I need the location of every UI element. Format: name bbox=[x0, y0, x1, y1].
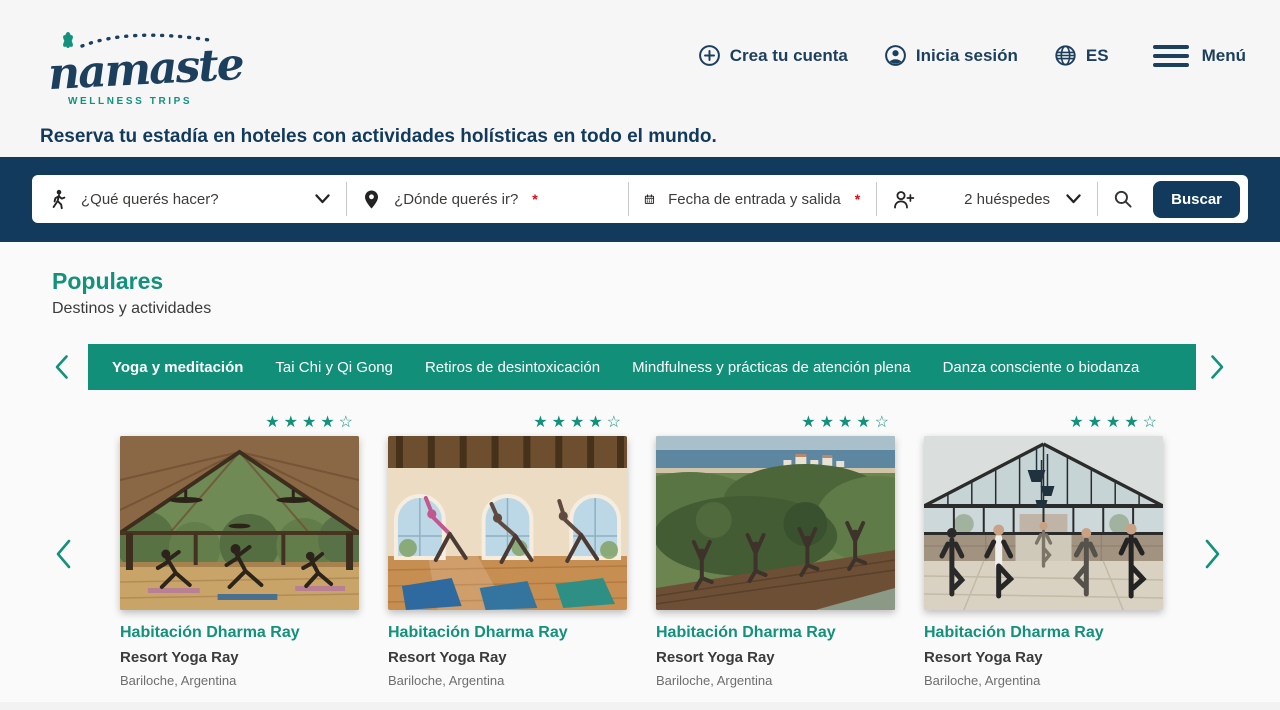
chevron-down-icon bbox=[1066, 194, 1081, 204]
hamburger-icon bbox=[1153, 45, 1189, 67]
carousel-prev-icon[interactable] bbox=[54, 538, 72, 570]
dates-placeholder: Fecha de entrada y salida bbox=[668, 191, 841, 208]
card-title[interactable]: Habitación Dharma Ray bbox=[120, 624, 359, 642]
card-photo-pavilion bbox=[120, 436, 359, 610]
brand-logo[interactable]: namaste WELLNESS TRIPS bbox=[46, 18, 216, 118]
section-title: Populares bbox=[52, 268, 163, 295]
carousel-next-icon[interactable] bbox=[1204, 538, 1222, 570]
card-photo-greenhouse bbox=[924, 436, 1163, 610]
brand-name: namaste bbox=[47, 39, 244, 100]
tab-danza-consciente[interactable]: Danza consciente o biodanza bbox=[927, 359, 1156, 376]
card-photo-deck bbox=[656, 436, 895, 610]
user-circle-icon bbox=[884, 44, 907, 67]
tab-retiros-de-desintoxicacion[interactable]: Retiros de desintoxicación bbox=[409, 359, 616, 376]
search-submit-area: Buscar bbox=[1097, 175, 1248, 223]
activity-select[interactable]: ¿Qué querés hacer? bbox=[32, 175, 346, 223]
destination-placeholder: ¿Dónde querés ir? bbox=[394, 191, 518, 208]
card-resort: Resort Yoga Ray bbox=[388, 649, 627, 666]
top-nav: Crea tu cuenta Inicia sesión ES bbox=[698, 44, 1246, 67]
card-location: Bariloche, Argentina bbox=[656, 673, 895, 688]
tab-yoga-y-meditacion[interactable]: Yoga y meditación bbox=[96, 359, 259, 376]
activity-placeholder: ¿Qué querés hacer? bbox=[81, 191, 219, 208]
calendar-icon bbox=[644, 189, 655, 210]
menu-label: Menú bbox=[1202, 46, 1246, 66]
menu-button[interactable]: Menú bbox=[1153, 45, 1246, 67]
page: namaste WELLNESS TRIPS Crea tu cuenta In… bbox=[0, 0, 1280, 710]
star-rating: ★★★★☆ bbox=[120, 413, 359, 433]
section-divider bbox=[0, 702, 1280, 710]
hero-tagline: Reserva tu estadía en hoteles con activi… bbox=[40, 126, 717, 148]
guests-value: 2 huéspedes bbox=[964, 191, 1050, 208]
tabs-prev-icon[interactable] bbox=[54, 354, 69, 380]
tabs-next-icon[interactable] bbox=[1210, 354, 1225, 380]
card-location: Bariloche, Argentina bbox=[120, 673, 359, 688]
card-carousel: ★★★★☆ bbox=[120, 413, 1163, 688]
card-title[interactable]: Habitación Dharma Ray bbox=[388, 624, 627, 642]
tab-mindfulness[interactable]: Mindfulness y prácticas de atención plen… bbox=[616, 359, 927, 376]
search-bar: ¿Qué querés hacer? ¿Dónde querés ir? * bbox=[32, 175, 1248, 223]
search-button[interactable]: Buscar bbox=[1153, 181, 1240, 218]
search-band: ¿Qué querés hacer? ¿Dónde querés ir? * bbox=[0, 157, 1280, 242]
chevron-down-icon bbox=[315, 194, 330, 204]
header: namaste WELLNESS TRIPS Crea tu cuenta In… bbox=[0, 0, 1280, 157]
card-photo-studio bbox=[388, 436, 627, 610]
category-tabbar: Yoga y meditación Tai Chi y Qi Gong Reti… bbox=[88, 344, 1196, 390]
create-account-button[interactable]: Crea tu cuenta bbox=[698, 44, 848, 67]
hotel-card[interactable]: ★★★★☆ bbox=[924, 413, 1163, 688]
card-resort: Resort Yoga Ray bbox=[924, 649, 1163, 666]
hotel-card[interactable]: ★★★★☆ bbox=[388, 413, 627, 688]
required-asterisk: * bbox=[532, 191, 537, 207]
section-subtitle: Destinos y actividades bbox=[52, 300, 211, 318]
location-pin-icon bbox=[362, 189, 381, 210]
popular-section: Populares Destinos y actividades Yoga y … bbox=[0, 242, 1280, 702]
plus-circle-icon bbox=[698, 44, 721, 67]
person-plus-icon bbox=[892, 189, 915, 210]
card-title[interactable]: Habitación Dharma Ray bbox=[924, 624, 1163, 642]
hotel-card[interactable]: ★★★★☆ bbox=[656, 413, 895, 688]
card-resort: Resort Yoga Ray bbox=[656, 649, 895, 666]
card-location: Bariloche, Argentina bbox=[388, 673, 627, 688]
star-rating: ★★★★☆ bbox=[388, 413, 627, 433]
globe-icon bbox=[1054, 44, 1077, 67]
brand-subtitle: WELLNESS TRIPS bbox=[68, 96, 192, 107]
login-label: Inicia sesión bbox=[916, 46, 1018, 66]
star-rating: ★★★★☆ bbox=[924, 413, 1163, 433]
star-rating: ★★★★☆ bbox=[656, 413, 895, 433]
search-icon bbox=[1113, 189, 1133, 209]
card-title[interactable]: Habitación Dharma Ray bbox=[656, 624, 895, 642]
guests-select[interactable]: 2 huéspedes bbox=[876, 175, 1097, 223]
card-resort: Resort Yoga Ray bbox=[120, 649, 359, 666]
dates-field[interactable]: Fecha de entrada y salida * bbox=[628, 175, 876, 223]
required-asterisk: * bbox=[855, 191, 860, 207]
destination-field[interactable]: ¿Dónde querés ir? * bbox=[346, 175, 628, 223]
hotel-card[interactable]: ★★★★☆ bbox=[120, 413, 359, 688]
language-selector[interactable]: ES bbox=[1054, 44, 1109, 67]
tab-tai-chi-y-qi-gong[interactable]: Tai Chi y Qi Gong bbox=[259, 359, 409, 376]
create-account-label: Crea tu cuenta bbox=[730, 46, 848, 66]
login-button[interactable]: Inicia sesión bbox=[884, 44, 1018, 67]
walking-person-icon bbox=[48, 189, 68, 210]
card-location: Bariloche, Argentina bbox=[924, 673, 1163, 688]
language-label: ES bbox=[1086, 46, 1109, 66]
